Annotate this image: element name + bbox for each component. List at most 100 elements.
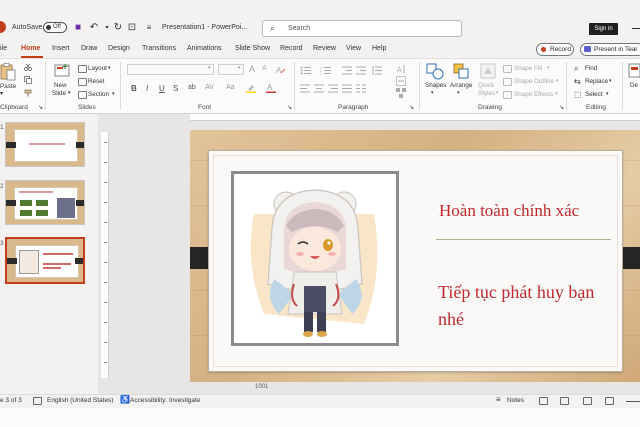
tab-insert[interactable]: Insert xyxy=(52,45,70,52)
language-indicator[interactable]: English (United States) xyxy=(47,397,113,404)
zoom-slider[interactable] xyxy=(626,401,640,402)
slide-heading[interactable]: Hoàn toàn chính xác xyxy=(439,201,579,221)
arrange-chevron-icon[interactable]: ▾ xyxy=(457,90,460,96)
shape-fill-icon[interactable] xyxy=(503,65,512,73)
replace-chevron-icon[interactable]: ▾ xyxy=(609,78,612,84)
shape-fill-button[interactable]: Shape Fill xyxy=(514,65,542,72)
shape-outline-icon[interactable] xyxy=(503,78,512,86)
sign-in-button[interactable]: Sign in xyxy=(589,23,618,35)
paste-icon[interactable] xyxy=(0,63,16,81)
accessibility-icon[interactable]: ♿ xyxy=(120,395,130,404)
reset-icon[interactable] xyxy=(78,78,87,86)
text-direction-icon[interactable]: A xyxy=(396,64,406,74)
tab-animations[interactable]: Animations xyxy=(187,45,222,52)
reset-button[interactable]: Reset xyxy=(88,78,104,85)
undo-icon[interactable]: ↶ xyxy=(88,22,100,34)
slideshow-from-start-icon[interactable]: ⊡ xyxy=(126,22,138,34)
arrange-icon[interactable] xyxy=(453,63,470,80)
select-button[interactable]: Select xyxy=(585,91,603,98)
layout-button[interactable]: Layout xyxy=(88,65,107,72)
shape-outline-button[interactable]: Shape Outline xyxy=(514,78,554,85)
replace-icon[interactable]: ⇆ xyxy=(574,77,581,86)
change-case-icon[interactable]: Aa xyxy=(226,84,235,91)
redo-icon[interactable]: ↻ xyxy=(112,22,124,34)
slide-body-text[interactable]: Tiếp tục phát huy bạn nhé xyxy=(438,279,618,333)
autosave-toggle[interactable]: Off xyxy=(43,22,67,33)
minimize-icon[interactable] xyxy=(632,28,640,29)
paragraph-launcher-icon[interactable]: ↘ xyxy=(409,104,414,111)
character-image[interactable] xyxy=(231,171,399,346)
decrease-indent-icon[interactable] xyxy=(342,66,352,75)
font-name-chevron-icon[interactable]: ▾ xyxy=(208,65,211,71)
tab-view[interactable]: View xyxy=(346,45,361,52)
shapes-icon[interactable] xyxy=(426,63,444,80)
shapes-label[interactable]: Shapes xyxy=(425,82,446,89)
shape-effects-button[interactable]: Shape Effects xyxy=(514,91,553,98)
section-chevron-icon[interactable]: ▾ xyxy=(112,91,115,97)
layout-icon[interactable] xyxy=(78,65,87,73)
shapes-chevron-icon[interactable]: ▾ xyxy=(431,90,434,96)
align-left-icon[interactable] xyxy=(300,84,310,93)
bullets-icon[interactable] xyxy=(300,66,312,75)
align-center-icon[interactable] xyxy=(314,84,324,93)
quick-styles-label[interactable]: Quick xyxy=(478,82,494,89)
new-slide-chevron-icon[interactable]: ▾ xyxy=(68,90,71,96)
line-spacing-icon[interactable] xyxy=(372,66,382,75)
cut-icon[interactable] xyxy=(24,63,32,71)
save-icon[interactable]: ■ xyxy=(72,22,84,34)
tab-slide-show[interactable]: Slide Show xyxy=(235,45,270,52)
numbering-icon[interactable]: 123 xyxy=(320,66,332,75)
underline-button[interactable]: U xyxy=(159,84,165,93)
tab-draw[interactable]: Draw xyxy=(81,45,97,52)
select-icon[interactable]: ⬚ xyxy=(574,90,582,99)
notes-icon[interactable]: ≡ xyxy=(496,395,501,404)
customize-toolbar-icon[interactable]: ≡ xyxy=(143,22,155,34)
replace-button[interactable]: Replace xyxy=(585,78,608,85)
section-icon[interactable] xyxy=(78,91,87,99)
new-slide-label-2[interactable]: Slide xyxy=(52,90,66,97)
clear-formatting-icon[interactable]: A xyxy=(276,65,286,74)
designer-icon[interactable] xyxy=(628,63,640,79)
clipboard-launcher-icon[interactable]: ↘ xyxy=(38,104,43,111)
notes-button[interactable]: Notes xyxy=(507,397,524,404)
paste-chevron-icon[interactable]: ▾ xyxy=(0,90,3,97)
layout-chevron-icon[interactable]: ▾ xyxy=(108,65,111,71)
font-color-icon[interactable]: A xyxy=(266,83,276,93)
slide-show-view-icon[interactable] xyxy=(605,397,614,405)
tab-help[interactable]: Help xyxy=(372,45,386,52)
tab-review[interactable]: Review xyxy=(313,45,336,52)
present-in-teams-button[interactable]: Present in Tear xyxy=(580,43,640,56)
font-size-chevron-icon[interactable]: ▾ xyxy=(238,65,241,71)
text-shadow-icon[interactable]: ab xyxy=(188,84,196,91)
find-button[interactable]: Find xyxy=(585,65,597,72)
designer-label[interactable]: De xyxy=(630,82,638,89)
strikethrough-button[interactable]: S xyxy=(173,84,178,93)
align-text-icon[interactable] xyxy=(396,76,406,86)
record-button[interactable]: Record xyxy=(536,43,574,56)
accessibility-status[interactable]: Accessibility: Investigate xyxy=(130,397,200,404)
character-spacing-icon[interactable]: AV xyxy=(205,84,214,91)
font-name-combo[interactable] xyxy=(127,64,214,75)
new-slide-label[interactable]: New xyxy=(54,82,67,89)
highlight-color-icon[interactable] xyxy=(246,83,256,93)
slide-thumbnail-2[interactable] xyxy=(5,180,85,225)
tab-file[interactable]: ile xyxy=(0,45,7,52)
grow-font-icon[interactable]: A xyxy=(249,64,255,74)
bold-button[interactable]: B xyxy=(131,84,137,93)
columns-icon[interactable] xyxy=(356,84,366,93)
select-chevron-icon[interactable]: ▾ xyxy=(606,91,609,97)
tab-record[interactable]: Record xyxy=(280,45,303,52)
find-icon[interactable]: ⌕ xyxy=(574,64,578,74)
shape-effects-chevron-icon[interactable]: ▾ xyxy=(555,91,558,97)
slide-thumbnail-1[interactable] xyxy=(5,122,85,167)
normal-view-icon[interactable] xyxy=(539,397,548,405)
tab-transitions[interactable]: Transitions xyxy=(142,45,176,52)
spelling-check-icon[interactable] xyxy=(33,397,42,405)
document-title[interactable]: Presentation1 - PowerPoi... xyxy=(162,24,247,31)
drawing-launcher-icon[interactable]: ↘ xyxy=(559,104,564,111)
tab-home[interactable]: Home xyxy=(21,45,40,52)
shape-fill-chevron-icon[interactable]: ▾ xyxy=(547,65,550,71)
new-slide-icon[interactable] xyxy=(54,63,70,79)
slide-sorter-view-icon[interactable] xyxy=(560,397,569,405)
search-box[interactable]: ⌕ Search xyxy=(262,20,462,37)
